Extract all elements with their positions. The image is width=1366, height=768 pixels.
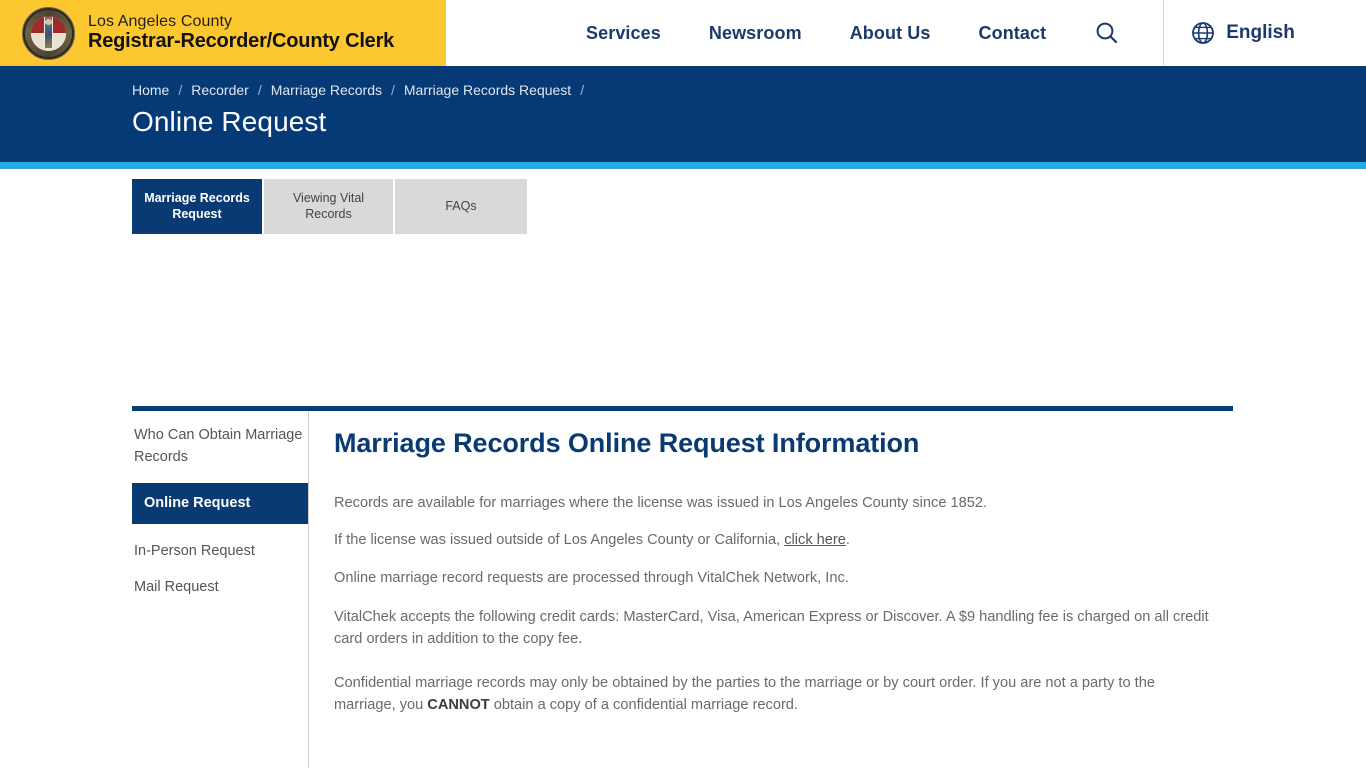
nav-divider (1163, 0, 1165, 66)
sidebar-item-in-person-request[interactable]: In-Person Request (132, 534, 308, 570)
main-heading: Marriage Records Online Request Informat… (334, 428, 920, 458)
tab-faqs[interactable]: FAQs (395, 179, 527, 234)
tab-bar-underline (132, 406, 1233, 411)
la-county-seal-icon (22, 6, 75, 60)
paragraph-issued-outside-text: If the license was issued outside of Los… (334, 532, 785, 549)
paragraph-confidential-records: Confidential marriage records may only b… (334, 672, 1184, 716)
globe-icon (1192, 22, 1215, 44)
search-button[interactable] (1092, 18, 1122, 48)
nav-item-newsroom[interactable]: Newsroom (709, 23, 802, 44)
language-selector[interactable]: English (1191, 21, 1295, 45)
cannot-emphasis: CANNOT (427, 697, 490, 714)
paragraph-credit-cards: VitalChek accepts the following credit c… (334, 608, 1209, 647)
paragraph-records-available: Records are available for marriages wher… (334, 495, 988, 511)
paragraph-vitalchek-processing: Online marriage record requests are proc… (334, 570, 849, 587)
breadcrumb-item-recorder[interactable]: Recorder (191, 82, 249, 98)
sidebar-item-online-request[interactable]: Online Request (132, 482, 308, 525)
main-content: Marriage Records Online Request Informat… (334, 418, 1224, 768)
page-title: Online Request (132, 106, 327, 137)
top-nav-links: Services Newsroom About Us Contact (586, 23, 1046, 44)
language-label: English (1226, 22, 1295, 43)
breadcrumb-separator: / (178, 82, 183, 98)
section-sidebar: Who Can Obtain Marriage Records Online R… (132, 418, 308, 606)
sidebar-item-mail-request[interactable]: Mail Request (132, 570, 308, 606)
click-here-link[interactable]: click here (784, 532, 846, 548)
nav-item-contact[interactable]: Contact (979, 23, 1047, 44)
search-icon (1096, 22, 1118, 44)
tab-marriage-records-request[interactable]: Marriage Records Request (132, 179, 264, 234)
brand-line-department: Registrar-Recorder/County Clerk (88, 30, 395, 53)
paragraph-issued-outside: If the license was issued outside of Los… (334, 529, 1224, 551)
page-banner: Home / Recorder / Marriage Records / Mar… (0, 66, 1366, 169)
nav-item-about-us[interactable]: About Us (850, 23, 931, 44)
top-navigation: Services Newsroom About Us Contact Engli… (446, 0, 1366, 66)
breadcrumb: Home / Recorder / Marriage Records / Mar… (132, 82, 1366, 98)
breadcrumb-item-marriage-records-request[interactable]: Marriage Records Request (404, 82, 571, 98)
breadcrumb-separator: / (391, 82, 395, 98)
brand-line-county: Los Angeles County (88, 13, 233, 31)
breadcrumb-separator: / (257, 82, 262, 98)
sidebar-divider (308, 412, 309, 768)
sidebar-item-who-can-obtain-marriage-records[interactable]: Who Can Obtain Marriage Records (132, 418, 308, 476)
paragraph-issued-outside-suffix: . (845, 532, 850, 549)
banner-accent-stripe (0, 162, 1366, 169)
site-brand[interactable]: Los Angeles County Registrar-Recorder/Co… (0, 0, 446, 66)
site-header: Los Angeles County Registrar-Recorder/Co… (0, 0, 1366, 74)
tab-bar: Marriage Records Request Viewing Vital R… (132, 179, 527, 234)
nav-item-services[interactable]: Services (586, 23, 661, 44)
confidential-text-after: obtain a copy of a confidential marriage… (489, 697, 798, 714)
breadcrumb-item-home[interactable]: Home (132, 82, 169, 98)
breadcrumb-separator: / (580, 82, 585, 98)
tab-viewing-vital-records[interactable]: Viewing Vital Records (264, 179, 395, 234)
breadcrumb-item-marriage-records[interactable]: Marriage Records (271, 82, 382, 98)
